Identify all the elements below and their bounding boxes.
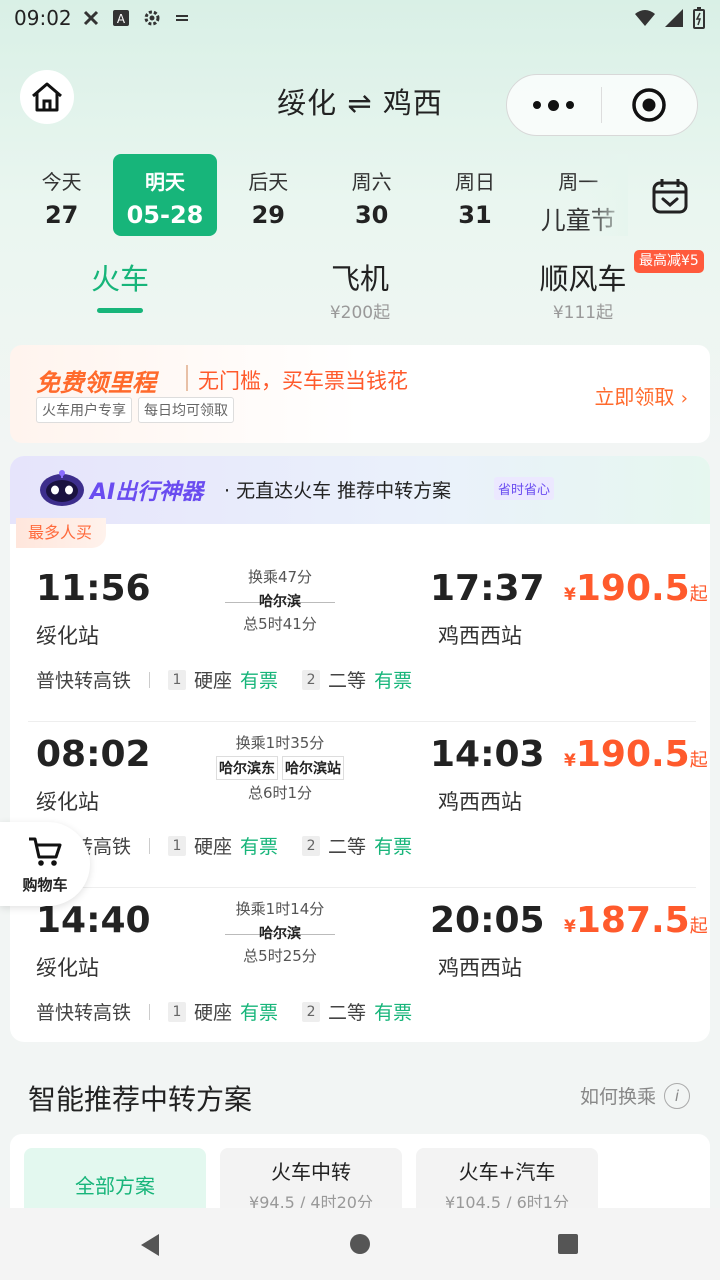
mileage-tag: 每日均可领取 (138, 397, 234, 423)
transfer-info: 换乘1时14分 哈尔滨 总5时25分 (210, 898, 350, 966)
claim-button[interactable]: 立即领取 › (594, 381, 688, 410)
transfer-info: 换乘47分 哈尔滨 总5时41分 (210, 566, 350, 634)
status-time: 09:02 (14, 6, 72, 30)
calendar-icon (652, 179, 688, 214)
carpool-discount-badge: 最高减¥5 (634, 250, 704, 273)
date-tomorrow[interactable]: 明天 05-28 (113, 154, 217, 236)
tab-train[interactable]: 火车 (70, 256, 170, 313)
more-button[interactable] (507, 99, 601, 111)
arrival-station: 鸡西西站 (438, 956, 522, 980)
signal-icon (665, 9, 683, 27)
mini-program-capsule (506, 74, 698, 136)
svg-text:A: A (117, 12, 126, 26)
transfer-station: 哈尔滨东 (216, 756, 278, 780)
date-selector: 今天 27 明天 05-28 后天 29 周六 30 周日 31 周一 儿童节 (10, 154, 630, 236)
hot-badge: 最多人买 (16, 518, 107, 548)
mileage-title: 免费领里程 (36, 369, 156, 397)
system-nav-bar (0, 1208, 720, 1280)
cart-label: 购物车 (22, 876, 68, 894)
how-to-transfer-link[interactable]: 如何换乘 i (580, 1082, 690, 1109)
date-saturday[interactable]: 周六 30 (320, 154, 423, 236)
seat-info: 普快转高铁 1硬座有票 2二等有票 (36, 832, 436, 859)
mileage-banner[interactable]: 免费领里程 无门槛，买车票当钱花 火车用户专享 每日均可领取 立即领取 › (10, 345, 710, 443)
ai-title: AI出行神器 (90, 480, 204, 505)
trip-card[interactable]: 14:40 绥化站 换乘1时14分 哈尔滨 总5时25分 20:05 鸡西西站 … (10, 888, 710, 1042)
seat-info: 普快转高铁 1硬座有票 2二等有票 (36, 669, 413, 692)
tab-plane[interactable]: 飞机 ¥200起 (310, 256, 410, 323)
date-today[interactable]: 今天 27 (10, 154, 113, 236)
departure-station: 绥化站 (36, 790, 99, 814)
departure-time: 08:02 (36, 734, 151, 775)
cart-icon (29, 837, 62, 866)
notification-icon (83, 10, 98, 26)
target-icon (632, 88, 667, 122)
transfer-station: 哈尔滨 (259, 594, 301, 610)
ai-subtitle: · 无直达火车 推荐中转方案 (224, 480, 452, 502)
ai-tag: 省时省心 (494, 477, 555, 500)
departure-station: 绥化站 (36, 956, 99, 980)
transfer-info: 换乘1时35分 哈尔滨东 哈尔滨站 总6时1分 (200, 732, 360, 803)
ai-header: AI出行神器 · 无直达火车 推荐中转方案 省时省心 (10, 456, 710, 524)
close-program-button[interactable] (602, 87, 698, 123)
price: ¥190.5起 (564, 734, 708, 775)
arrival-time: 20:05 (430, 900, 545, 941)
sync-icon (175, 15, 188, 21)
chevron-right-icon: › (680, 388, 688, 409)
cart-button[interactable]: 购物车 (0, 822, 90, 906)
ai-transfer-card: AI出行神器 · 无直达火车 推荐中转方案 省时省心 最多人买 11:56 绥化… (10, 456, 710, 1042)
settings-icon (144, 10, 160, 26)
price: ¥187.5起 (564, 900, 708, 941)
mileage-slogan: 无门槛，买车票当钱花 (198, 369, 408, 393)
arrival-time: 14:03 (430, 734, 545, 775)
departure-station: 绥化站 (36, 624, 99, 648)
price: ¥190.5起 (564, 568, 708, 609)
tab-carpool[interactable]: 顺风车 ¥111起 (530, 256, 636, 323)
arrival-time: 17:37 (430, 568, 545, 609)
transfer-station: 哈尔滨站 (282, 756, 344, 780)
section-title: 智能推荐中转方案 (28, 1083, 253, 1116)
seat-info: 普快转高铁 1硬座有票 2二等有票 (36, 1001, 413, 1024)
mileage-tag: 火车用户专享 (36, 397, 132, 423)
status-bar: 09:02 A (0, 0, 720, 36)
departure-time: 14:40 (36, 900, 151, 941)
info-icon: i (664, 1082, 690, 1109)
back-icon[interactable] (138, 1232, 162, 1258)
home-circle-icon[interactable] (349, 1232, 371, 1256)
app-a-icon: A (112, 10, 129, 26)
departure-time: 11:56 (36, 568, 151, 609)
recents-icon[interactable] (557, 1232, 579, 1256)
nav-bar: 绥化 ⇌ 鸡西 (0, 68, 720, 138)
trip-card[interactable]: 08:02 绥化站 换乘1时35分 哈尔滨东 哈尔滨站 总6时1分 14:03 鸡… (10, 722, 710, 888)
date-day-after[interactable]: 后天 29 (217, 154, 320, 236)
trip-card[interactable]: 11:56 绥化站 换乘47分 哈尔滨 总5时41分 17:37 鸡西西站 ¥1… (10, 556, 710, 722)
ai-robot-icon (40, 470, 84, 506)
arrival-station: 鸡西西站 (438, 624, 522, 648)
date-sunday[interactable]: 周日 31 (423, 154, 526, 236)
battery-icon (693, 7, 705, 29)
transfer-station: 哈尔滨 (259, 926, 301, 942)
calendar-button[interactable] (650, 176, 694, 218)
transport-tabs: 火车 飞机 ¥200起 顺风车 ¥111起 (0, 256, 720, 326)
wifi-icon (635, 10, 655, 26)
arrival-station: 鸡西西站 (438, 790, 522, 814)
